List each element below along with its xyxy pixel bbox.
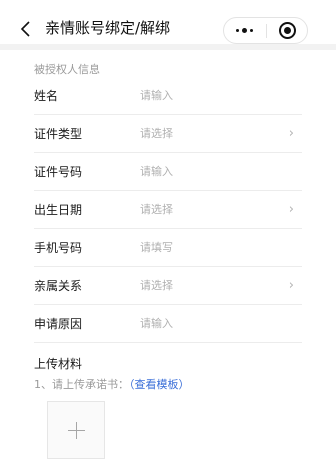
page-title: 亲情账号绑定/解绑 <box>45 19 171 37</box>
row-label: 姓名 <box>34 89 59 103</box>
id-type-select[interactable]: 请选择 <box>140 126 173 142</box>
upload-title: 上传材料 <box>34 357 83 371</box>
reason-input[interactable]: 请输入 <box>140 316 173 332</box>
birth-date-select[interactable]: 请选择 <box>140 202 173 218</box>
row-label: 证件号码 <box>34 165 83 179</box>
chevron-right-icon: › <box>288 278 294 293</box>
row-label: 手机号码 <box>34 241 83 255</box>
upload-button[interactable] <box>47 401 105 459</box>
row-label: 申请原因 <box>34 317 83 331</box>
row-label: 出生日期 <box>34 203 83 217</box>
id-number-input[interactable]: 请输入 <box>140 164 173 180</box>
more-dots-icon[interactable] <box>224 18 266 43</box>
section-separator <box>0 44 336 50</box>
chevron-left-icon[interactable] <box>18 20 36 38</box>
section-header: 被授权人信息 <box>34 63 100 76</box>
view-template-link[interactable]: （查看模板） <box>129 378 190 391</box>
target-circle-icon[interactable] <box>267 18 308 43</box>
upload-hint: 1、请上传承诺书：（查看模板） <box>34 377 190 392</box>
form-row-birth-date[interactable]: 出生日期 请选择 › <box>34 191 302 229</box>
form-row-reason[interactable]: 申请原因 请输入 <box>34 305 302 343</box>
phone-input[interactable]: 请填写 <box>140 240 173 256</box>
form-row-id-type[interactable]: 证件类型 请选择 › <box>34 115 302 153</box>
menu-capsule <box>223 17 308 44</box>
form-row-id-number[interactable]: 证件号码 请输入 <box>34 153 302 191</box>
upload-hint-text: 1、请上传承诺书： <box>34 378 129 391</box>
navbar: 亲情账号绑定/解绑 <box>0 0 336 44</box>
row-label: 亲属关系 <box>34 279 83 293</box>
form-row-phone[interactable]: 手机号码 请填写 <box>34 229 302 267</box>
name-input[interactable]: 请输入 <box>140 88 173 104</box>
form-row-name[interactable]: 姓名 请输入 <box>34 77 302 115</box>
chevron-right-icon: › <box>288 126 294 141</box>
relationship-select[interactable]: 请选择 <box>140 278 173 294</box>
divider <box>34 342 302 343</box>
plus-icon <box>68 422 85 439</box>
form-row-relationship[interactable]: 亲属关系 请选择 › <box>34 267 302 305</box>
chevron-right-icon: › <box>288 202 294 217</box>
row-label: 证件类型 <box>34 127 83 141</box>
